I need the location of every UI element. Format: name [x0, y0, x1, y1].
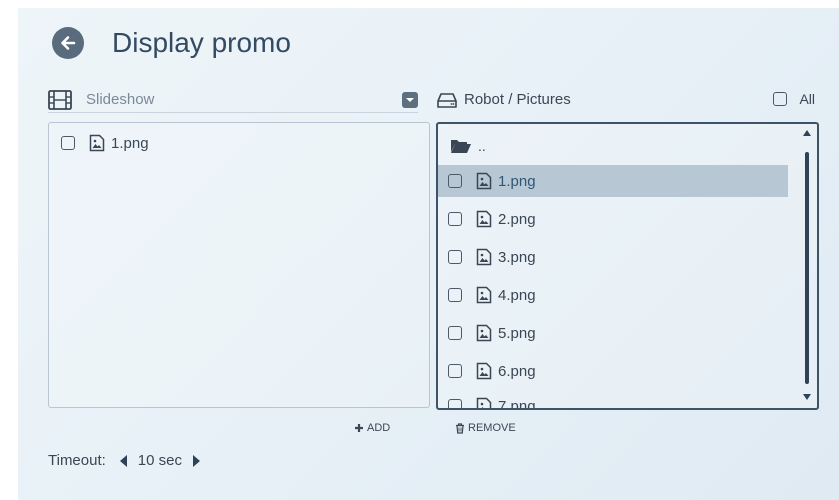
select-all-label: All	[799, 91, 815, 107]
select-all[interactable]: All	[773, 91, 815, 107]
folder-path: Robot / Pictures	[464, 91, 571, 108]
scroll-up-icon[interactable]	[803, 130, 811, 136]
image-file-icon	[89, 134, 105, 152]
add-button-label: ADD	[367, 422, 391, 434]
image-file-icon	[476, 248, 492, 266]
checkbox[interactable]	[448, 364, 462, 378]
back-button[interactable]	[52, 27, 84, 59]
slideshow-select[interactable]: Slideshow	[48, 90, 418, 113]
checkbox[interactable]	[448, 288, 462, 302]
remove-button[interactable]: REMOVE	[455, 422, 516, 434]
list-item[interactable]: 2.png	[438, 203, 788, 235]
timeout-label: Timeout:	[48, 452, 106, 469]
scroll-down-icon[interactable]	[803, 394, 811, 400]
file-name: 1.png	[111, 134, 149, 152]
folder-open-icon	[451, 140, 471, 153]
file-name: 7.png	[498, 397, 536, 410]
file-name: 4.png	[498, 286, 536, 304]
image-file-icon	[476, 210, 492, 228]
folder-header: Robot / Pictures All	[437, 90, 815, 112]
timeout-value: 10 sec	[137, 452, 182, 469]
checkbox[interactable]	[448, 326, 462, 340]
file-browser-list[interactable]: .. 1.png 2.png 3.png 4.png 5.png 6.png 7…	[436, 122, 819, 410]
list-item[interactable]: 1.png	[438, 165, 788, 197]
checkbox[interactable]	[448, 399, 462, 408]
list-item[interactable]: 1.png	[61, 133, 149, 153]
checkbox[interactable]	[448, 212, 462, 226]
remove-button-label: REMOVE	[468, 422, 516, 434]
list-item[interactable]: 7.png	[438, 390, 788, 410]
list-item[interactable]: 5.png	[438, 317, 788, 349]
plus-icon	[355, 424, 363, 432]
file-name: 3.png	[498, 248, 536, 266]
slideshow-list[interactable]: 1.png	[48, 122, 430, 408]
list-item[interactable]: 3.png	[438, 241, 788, 273]
file-name: 1.png	[498, 172, 536, 190]
file-name: 6.png	[498, 362, 536, 380]
list-item[interactable]: 4.png	[438, 279, 788, 311]
screen: Display promo Slideshow 1.png Robot / Pi…	[18, 8, 839, 500]
caret-left-icon[interactable]	[119, 454, 128, 467]
page-title: Display promo	[112, 27, 291, 58]
parent-folder-item[interactable]: ..	[450, 134, 486, 158]
back-arrow-icon	[61, 36, 76, 50]
dropdown-icon	[406, 98, 414, 102]
file-name: 5.png	[498, 324, 536, 342]
add-button[interactable]: ADD	[354, 422, 390, 434]
image-file-icon	[476, 172, 492, 190]
caret-right-icon[interactable]	[192, 454, 200, 467]
list-item[interactable]: 6.png	[438, 355, 788, 387]
file-name: 2.png	[498, 210, 536, 228]
select-all-checkbox[interactable]	[773, 92, 788, 106]
image-file-icon	[476, 324, 492, 342]
dropdown-button[interactable]	[402, 92, 418, 108]
trash-icon	[456, 422, 464, 434]
image-file-icon	[476, 286, 492, 304]
checkbox[interactable]	[448, 250, 462, 264]
checkbox[interactable]	[448, 174, 462, 188]
drive-icon	[437, 93, 457, 108]
scrollbar-thumb[interactable]	[805, 152, 809, 384]
image-file-icon	[476, 397, 492, 408]
checkbox[interactable]	[61, 136, 75, 150]
image-file-icon	[476, 362, 492, 380]
timeout-control: Timeout: 10 sec	[48, 452, 210, 469]
slideshow-select-label: Slideshow	[86, 91, 155, 108]
parent-folder-label: ..	[478, 138, 486, 154]
film-icon	[48, 90, 72, 110]
